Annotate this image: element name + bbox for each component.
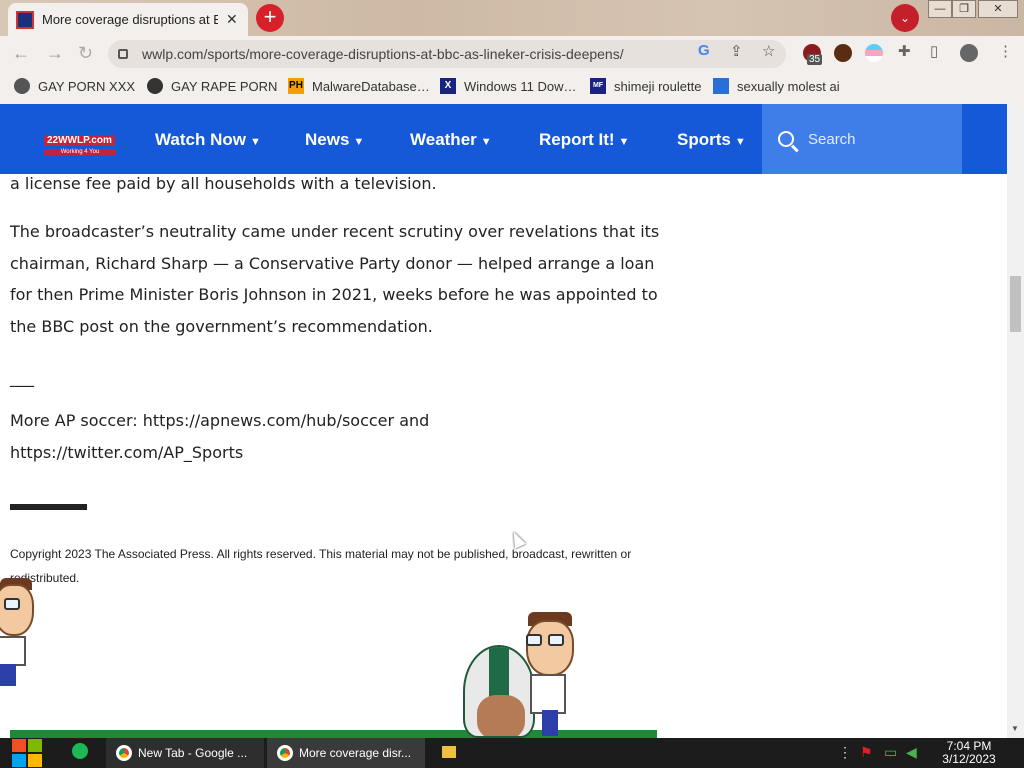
back-arrow-icon[interactable]: ← <box>12 43 30 64</box>
glasses-icon <box>548 634 564 646</box>
copyright-notice: Copyright 2023 The Associated Press. All… <box>10 547 632 585</box>
volume-icon[interactable]: ◀ <box>906 744 917 761</box>
file-explorer-icon[interactable] <box>442 746 456 758</box>
extension-flag-icon[interactable] <box>865 44 883 62</box>
glasses-icon <box>4 598 20 610</box>
browser-toolbar: ← → ↻ wwlp.com/sports/more-coverage-disr… <box>0 36 1024 70</box>
caret-down-icon: ▼ <box>618 136 630 148</box>
extensions-puzzle-icon[interactable]: ✚ <box>898 42 911 60</box>
mf-icon: MF <box>590 78 606 94</box>
tab-search-button[interactable]: ⌄ <box>891 4 919 32</box>
minimize-button[interactable]: — <box>928 0 952 18</box>
article-paragraph: a license fee paid by all households wit… <box>10 174 437 193</box>
bookmark-item[interactable]: PH MalwareDatabase… <box>288 78 430 94</box>
caret-down-icon: ▼ <box>249 136 261 148</box>
shimeji-mascot-left[interactable] <box>0 578 40 690</box>
network-icon[interactable]: ▭ <box>884 744 897 761</box>
page-scrollbar[interactable] <box>1007 104 1024 738</box>
windows-logo-icon <box>12 739 26 752</box>
pornhub-icon: PH <box>288 78 304 94</box>
nav-report-it[interactable]: Report It! ▼ <box>539 130 629 150</box>
site-logo[interactable]: 22WWLP.com Working 4 You <box>44 130 116 155</box>
glasses-icon <box>526 634 542 646</box>
bookmarks-bar: GAY PORN XXX GAY RAPE PORN PH MalwareDat… <box>0 70 1024 104</box>
section-divider <box>10 504 87 510</box>
caret-down-icon: ▼ <box>480 136 492 148</box>
site-navigation: 22WWLP.com Working 4 You Watch Now ▼ News… <box>0 104 1007 174</box>
bookmark-item[interactable]: sexually molest ai <box>713 78 840 94</box>
taskbar-app-article[interactable]: More coverage disr... <box>267 738 425 768</box>
site-favicon-icon <box>16 10 34 29</box>
new-tab-button[interactable]: + <box>256 4 284 32</box>
shimeji-mascot-right[interactable] <box>520 610 580 738</box>
browser-tab-active[interactable]: More coverage disruptions at B ✕ <box>8 3 248 36</box>
nav-news[interactable]: News ▼ <box>305 130 364 150</box>
spotify-icon[interactable] <box>72 743 88 759</box>
caret-down-icon: ▼ <box>353 136 365 148</box>
profile-avatar-icon[interactable] <box>960 44 978 62</box>
windows-taskbar: New Tab - Google ... More coverage disr.… <box>0 738 1024 768</box>
bookmark-icon <box>713 78 729 94</box>
extension-avatar-icon[interactable] <box>834 44 852 62</box>
start-button[interactable] <box>10 738 42 768</box>
nav-weather[interactable]: Weather ▼ <box>410 130 492 150</box>
share-icon[interactable]: ⇪ <box>730 42 743 60</box>
google-lens-icon[interactable]: G <box>698 42 710 59</box>
system-clock[interactable]: 7:04 PM 3/12/2023 <box>934 740 1004 766</box>
article-separator: ___ <box>10 368 34 387</box>
chrome-icon <box>277 745 293 761</box>
url-text[interactable]: wwlp.com/sports/more-coverage-disruption… <box>142 46 624 62</box>
bookmark-item[interactable]: MF shimeji roulette <box>590 78 701 94</box>
lock-icon <box>118 49 128 59</box>
bookmark-item[interactable]: GAY RAPE PORN <box>147 78 277 94</box>
forward-arrow-icon[interactable]: → <box>46 43 64 64</box>
nav-watch-now[interactable]: Watch Now ▼ <box>155 130 261 150</box>
address-bar[interactable]: wwlp.com/sports/more-coverage-disruption… <box>108 40 786 68</box>
bookmark-star-icon[interactable]: ☆ <box>762 42 775 60</box>
bookmark-item[interactable]: X Windows 11 Dow… <box>440 78 576 94</box>
side-panel-icon[interactable]: ▯ <box>930 42 938 60</box>
globe-icon <box>147 78 163 94</box>
caret-down-icon: ▼ <box>734 136 746 148</box>
x-logo-icon: X <box>440 78 456 94</box>
site-search[interactable]: Search <box>762 104 962 174</box>
bookmark-icon <box>14 78 30 94</box>
menu-kebab-icon[interactable]: ⋮ <box>998 42 1013 60</box>
search-placeholder: Search <box>808 130 856 148</box>
search-icon <box>778 131 794 147</box>
chrome-icon <box>116 745 132 761</box>
reload-icon[interactable]: ↻ <box>78 43 93 64</box>
tray-overflow-icon[interactable]: ⋮ <box>838 744 852 761</box>
restore-button[interactable]: ❐ <box>952 0 976 18</box>
article-paragraph: The broadcaster’s neutrality came under … <box>10 222 660 336</box>
scroll-down-icon[interactable]: ▼ <box>1011 724 1019 733</box>
window-close-button[interactable]: ✕ <box>978 0 1018 18</box>
extension-badge: 35 <box>807 54 823 65</box>
tab-title: More coverage disruptions at B <box>42 12 218 27</box>
taskbar-app-new-tab[interactable]: New Tab - Google ... <box>106 738 264 768</box>
scrollbar-thumb[interactable] <box>1010 276 1021 332</box>
tab-close-icon[interactable]: ✕ <box>226 11 238 28</box>
flag-icon[interactable]: ⚑ <box>860 744 873 761</box>
bookmark-item[interactable]: GAY PORN XXX <box>14 78 135 94</box>
browser-titlebar: More coverage disruptions at B ✕ + ⌄ — ❐… <box>0 0 1024 36</box>
nav-sports[interactable]: Sports ▼ <box>677 130 746 150</box>
article-paragraph-links[interactable]: More AP soccer: https://apnews.com/hub/s… <box>10 405 665 468</box>
